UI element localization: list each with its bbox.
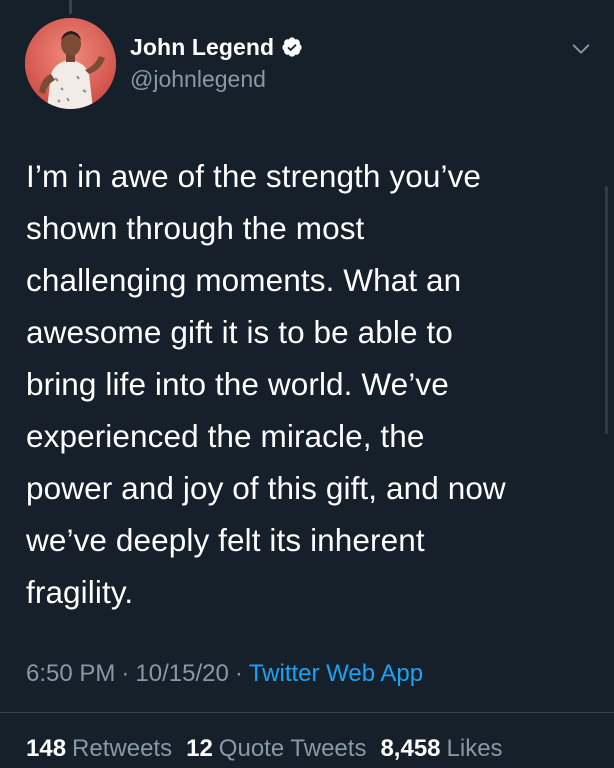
tweet-detail: John Legend @johnlegend I’m in awe of th… [0, 0, 614, 768]
quote-tweets-label: Quote Tweets [218, 735, 367, 762]
author-name-row: John Legend [130, 33, 303, 61]
retweets-count: 148 [26, 735, 67, 762]
likes-stat[interactable]: 8,458 Likes [380, 735, 502, 762]
retweets-label: Retweets [72, 735, 173, 762]
verified-badge-icon [282, 37, 302, 57]
tweet-metadata: 6:50 PM · 10/15/20 · Twitter Web App [26, 660, 423, 688]
separator-dot: · [121, 660, 130, 687]
likes-count: 8,458 [380, 735, 441, 762]
tweet-source-link[interactable]: Twitter Web App [249, 660, 423, 687]
separator-dot: · [234, 660, 243, 687]
tweet-stats-bar: 148 Retweets 12 Quote Tweets 8,458 Likes [0, 712, 614, 768]
avatar[interactable] [25, 18, 116, 109]
chevron-down-icon[interactable] [570, 38, 592, 60]
tweet-date[interactable]: 10/15/20 [135, 660, 228, 687]
tweet-time[interactable]: 6:50 PM [26, 660, 115, 687]
thread-connector-line [69, 0, 72, 14]
tweet-body-text: I’m in awe of the strength you’ve shown … [26, 158, 506, 610]
author-handle[interactable]: @johnlegend [130, 66, 266, 93]
author-display-name[interactable]: John Legend [130, 34, 274, 61]
quote-tweets-stat[interactable]: 12 Quote Tweets [186, 735, 366, 762]
quote-tweets-count: 12 [186, 735, 213, 762]
likes-label: Likes [446, 735, 503, 762]
retweets-stat[interactable]: 148 Retweets [26, 735, 172, 762]
profile-photo-icon [25, 18, 116, 109]
scrollbar[interactable] [605, 186, 608, 434]
